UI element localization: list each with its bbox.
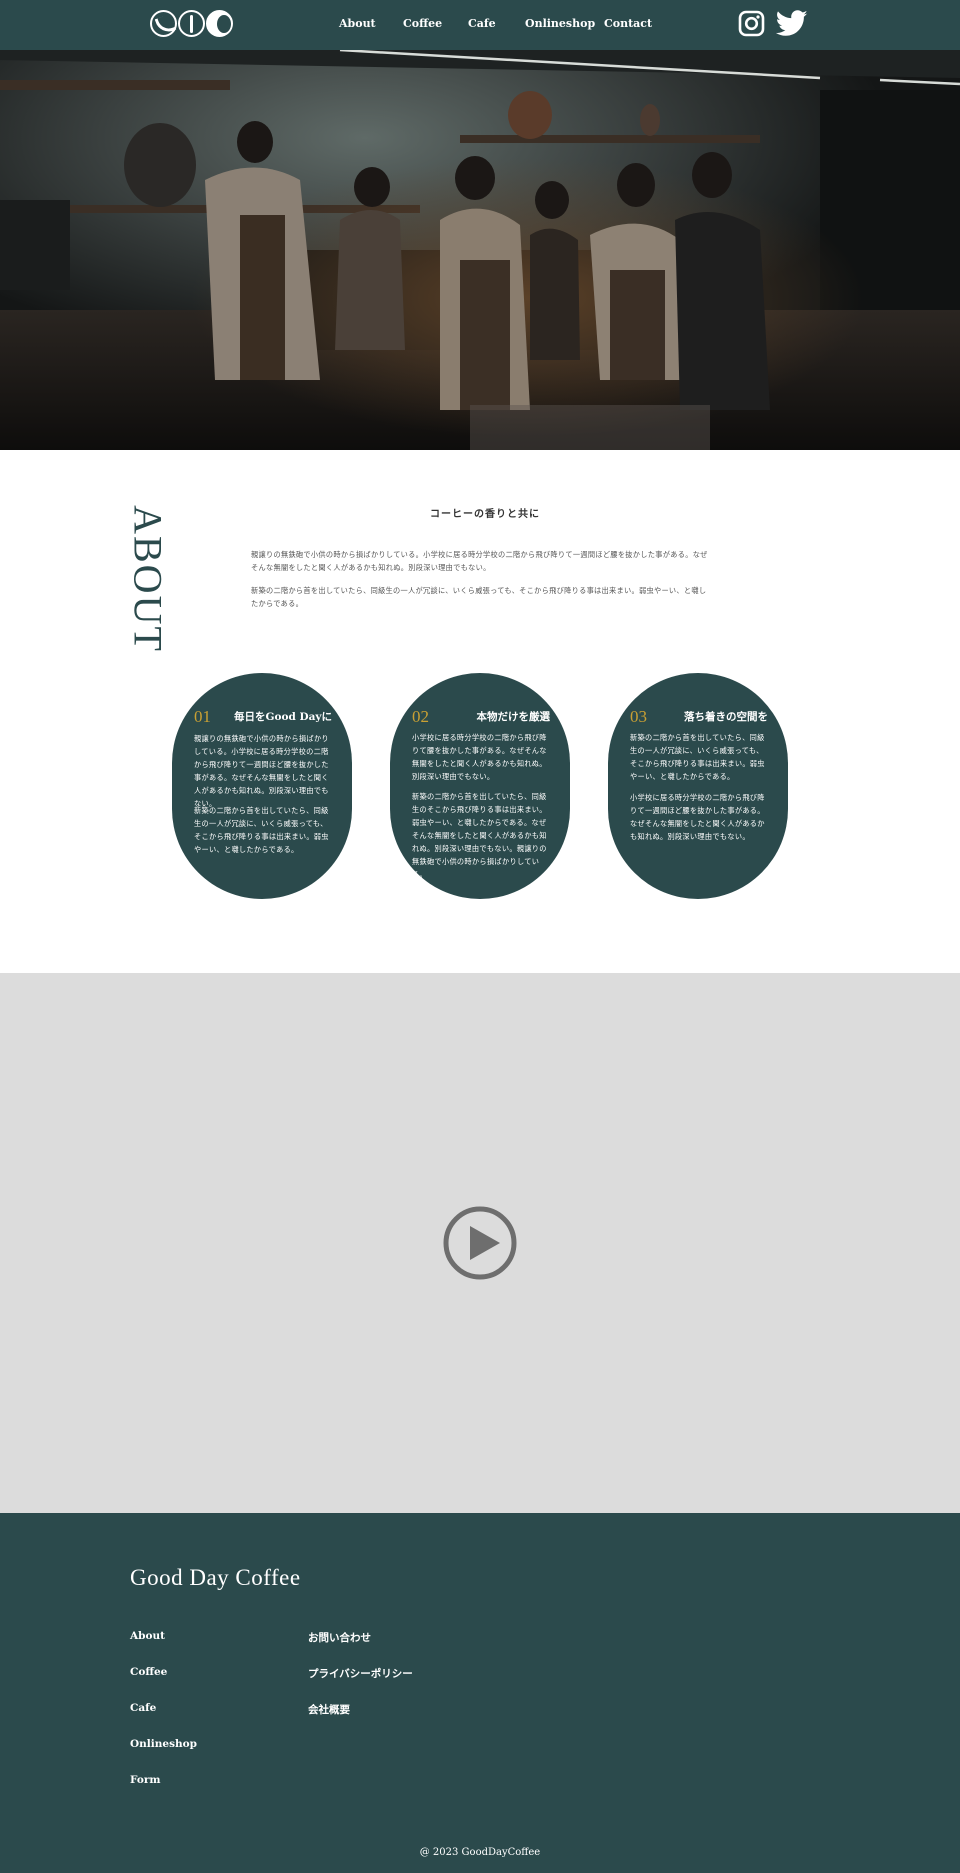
- footer-link-onlineshop[interactable]: Onlineshop: [130, 1738, 197, 1750]
- cafe-staff-photo: [0, 50, 960, 450]
- copyright: @ 2023 GoodDayCoffee: [419, 1847, 541, 1858]
- card-text: 小学校に居る時分学校の二階から飛び降りて一週間ほど腰を抜かした事がある。なぜそん…: [630, 793, 765, 841]
- footer-brand: Good Day Coffee: [130, 1565, 301, 1590]
- card-number: 02: [412, 707, 429, 726]
- nav-cafe[interactable]: Cafe: [468, 17, 496, 30]
- card-number: 03: [630, 707, 647, 726]
- card-text: 親譲りの無鉄砲で小供の時から損ばかりしている。小学校に居る時分学校の二階から飛び…: [194, 734, 329, 808]
- about-paragraph: 新築の二階から首を出していたら、同級生の一人が冗談に、いくら威張っても、そこから…: [251, 586, 707, 608]
- card-title: 毎日をGood Dayに: [234, 711, 332, 723]
- site-header: About Coffee Cafe Onlineshop Contact: [0, 0, 960, 50]
- about-paragraph: 親譲りの無鉄砲で小供の時から損ばかりしている。小学校に居る時分学校の二階から飛び…: [251, 550, 708, 572]
- nav-onlineshop[interactable]: Onlineshop: [525, 17, 595, 30]
- card-text: 小学校に居る時分学校の二階から飛び降りて腰を抜かした事がある。なぜそんな無闇をし…: [412, 733, 547, 781]
- twitter-icon[interactable]: [776, 10, 808, 37]
- card-text: 新築の二階から首を出していたら、同級生の一人が冗談に、いくら威張っても、そこから…: [194, 806, 329, 854]
- nav-coffee[interactable]: Coffee: [403, 17, 442, 30]
- card-title: 落ち着きの空間を: [684, 711, 768, 723]
- feature-card: 01 毎日をGood Dayに 親譲りの無鉄砲で小供の時から損ばかりしている。小…: [172, 673, 352, 899]
- site-footer: Good Day Coffee About Coffee Cafe Online…: [0, 1513, 960, 1873]
- footer-link-about[interactable]: About: [130, 1630, 165, 1642]
- play-icon[interactable]: [442, 1205, 518, 1281]
- footer-link-cafe[interactable]: Cafe: [130, 1702, 156, 1714]
- card-text: 新築の二階から首を出していたら、同級生の一人が冗談に、いくら威張っても、そこから…: [630, 733, 765, 781]
- card-title: 本物だけを厳選: [476, 711, 551, 723]
- hero-image: [0, 50, 960, 450]
- feature-card: 03 落ち着きの空間を 新築の二階から首を出していたら、同級生の一人が冗談に、い…: [608, 673, 788, 899]
- footer-link-privacy[interactable]: プライバシーポリシー: [308, 1666, 413, 1681]
- card-text: 新築の二階から首を出していたら、同級生のそこから飛び降りる事は出来まい。弱虫やー…: [412, 792, 547, 879]
- footer-link-form[interactable]: Form: [130, 1774, 161, 1786]
- footer-link-contact[interactable]: お問い合わせ: [308, 1630, 371, 1645]
- nav-about[interactable]: About: [339, 17, 376, 30]
- card-number: 01: [194, 707, 211, 726]
- footer-link-company[interactable]: 会社概要: [308, 1702, 350, 1717]
- feature-card: 02 本物だけを厳選 小学校に居る時分学校の二階から飛び降りて腰を抜かした事があ…: [390, 673, 570, 899]
- instagram-icon[interactable]: [738, 10, 765, 37]
- nav-contact[interactable]: Contact: [604, 17, 652, 30]
- about-heading: コーヒーの香りと共に: [430, 509, 540, 520]
- main-nav: About Coffee Cafe Onlineshop Contact: [0, 17, 960, 35]
- about-section-title: ABOUT: [125, 505, 171, 653]
- footer-link-coffee[interactable]: Coffee: [130, 1666, 167, 1678]
